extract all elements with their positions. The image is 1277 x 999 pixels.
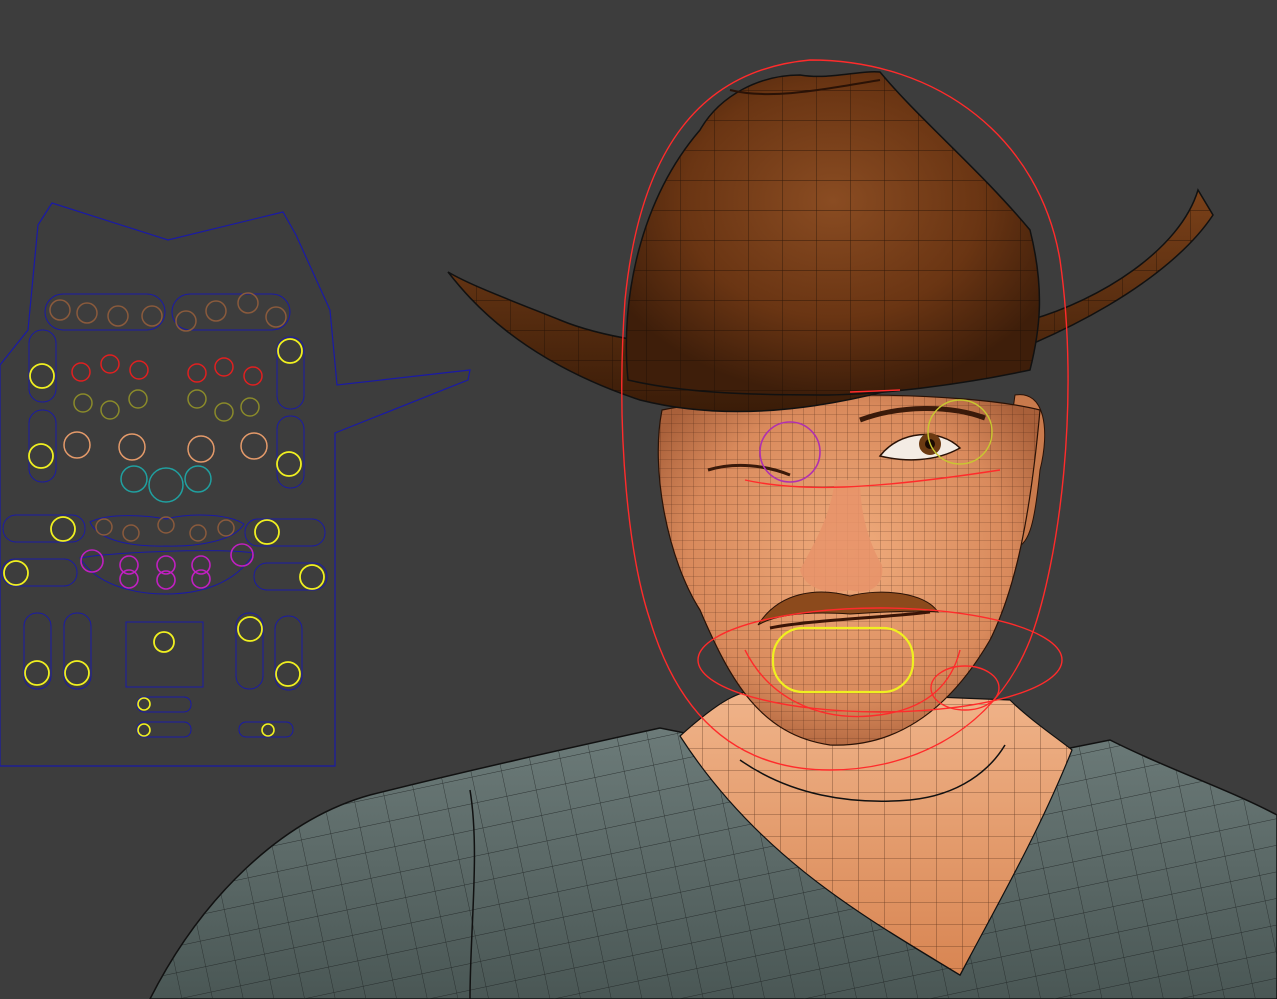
- brow-r-ctrl[interactable]: [171, 292, 291, 332]
- bottom-sliders[interactable]: [136, 696, 294, 738]
- character-model[interactable]: [149, 59, 1277, 999]
- picker-outline: [0, 202, 471, 767]
- viewport-canvas[interactable]: [0, 0, 1277, 999]
- mouth-lower-ctrl[interactable]: [79, 543, 255, 595]
- jaw-ctrl[interactable]: [125, 621, 204, 688]
- brow-l-ctrl[interactable]: [44, 293, 166, 331]
- side-slider-l-upper[interactable]: [28, 329, 57, 483]
- mouth-corner-sliders[interactable]: [1, 514, 328, 591]
- eye-upper-ctrl[interactable]: [71, 354, 263, 386]
- side-slider-r-upper[interactable]: [276, 336, 305, 489]
- face-picker-panel: [0, 202, 471, 767]
- mouth-upper-ctrl[interactable]: [89, 514, 245, 547]
- cheek-ctrl[interactable]: [63, 431, 268, 463]
- eye-lower-ctrl[interactable]: [73, 389, 260, 422]
- hat-mesh[interactable]: [447, 70, 1214, 413]
- 3d-viewport[interactable]: [0, 0, 1277, 999]
- nose-ctrl[interactable]: [120, 465, 212, 503]
